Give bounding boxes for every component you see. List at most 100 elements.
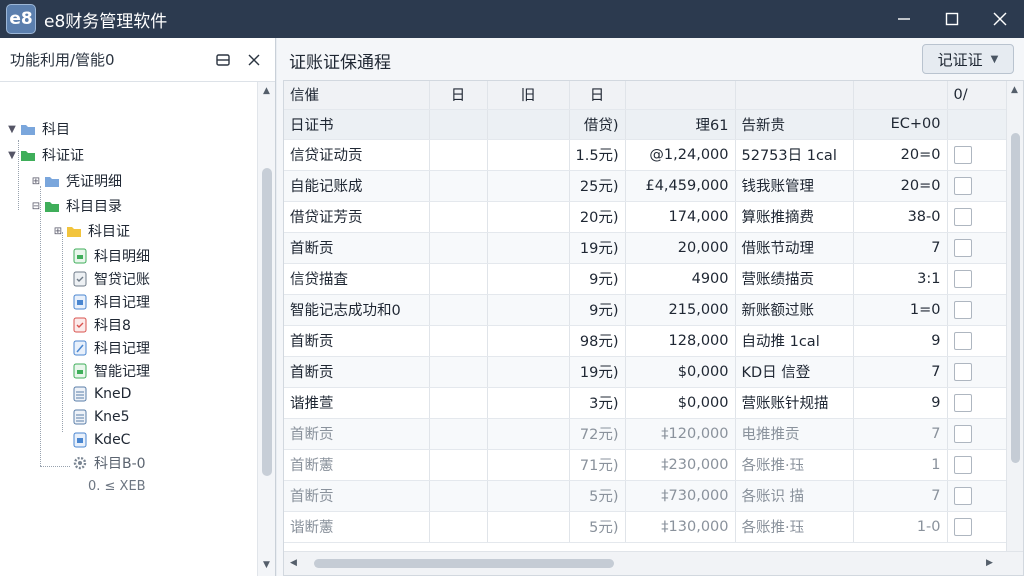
table-cell[interactable]: 首断贡	[284, 480, 430, 512]
minimize-button[interactable]	[880, 0, 928, 38]
table-cell[interactable]	[429, 325, 488, 357]
table-cell[interactable]: ‡120,000	[625, 418, 736, 450]
table-cell[interactable]: 25元)	[569, 170, 626, 202]
table-cell[interactable]: 智能记志成功和0	[284, 294, 430, 326]
table-cell[interactable]	[487, 325, 570, 357]
row-checkbox[interactable]	[953, 145, 972, 164]
table-cell[interactable]: 19元)	[569, 356, 626, 388]
table-row[interactable]: 首断贡 19元) $0,000 KD日 信登 7	[284, 356, 1009, 388]
table-cell[interactable]	[487, 139, 570, 171]
tree-node[interactable]: ▼ 科证证	[6, 144, 84, 166]
table-cell[interactable]: 谐断藼	[284, 511, 430, 543]
table-cell[interactable]	[429, 511, 488, 543]
table-cell[interactable]: 38-0	[853, 201, 948, 233]
row-checkbox[interactable]	[953, 176, 972, 195]
table-cell[interactable]	[429, 170, 488, 202]
column-header[interactable]: 告新贵	[735, 109, 854, 140]
table-row[interactable]: 首断贡 19元) 20,000 借账节动理 7	[284, 232, 1009, 264]
table-cell[interactable]: 电推推贡	[735, 418, 854, 450]
table-cell[interactable]: 钱我账管理	[735, 170, 854, 202]
table-cell[interactable]	[429, 139, 488, 171]
scroll-thumb[interactable]	[262, 168, 272, 476]
table-cell[interactable]	[429, 418, 488, 450]
table-cell[interactable]	[487, 232, 570, 264]
table-cell[interactable]	[487, 418, 570, 450]
row-checkbox[interactable]	[953, 269, 972, 288]
table-cell[interactable]: 首断贡	[284, 325, 430, 357]
table-cell[interactable]: 5元)	[569, 511, 626, 543]
scroll-thumb[interactable]	[1011, 133, 1020, 463]
table-cell[interactable]: 各账识 描	[735, 480, 854, 512]
table-cell[interactable]: 20元)	[569, 201, 626, 233]
table-cell[interactable]: 7	[853, 480, 948, 512]
table-row[interactable]: 首断贡 5元) ‡730,000 各账识 描7	[284, 480, 1009, 512]
tree-node[interactable]: 科目记理	[72, 337, 150, 359]
expand-icon[interactable]: ⊞	[30, 176, 42, 187]
table-cell[interactable]: 借贷证芳贡	[284, 201, 430, 233]
scroll-up-icon[interactable]: ▲	[263, 86, 270, 96]
table-cell[interactable]	[429, 449, 488, 481]
table-row[interactable]: 首断藼 71元) ‡230,000 各账推·珏 1	[284, 449, 1009, 481]
table-cell[interactable]	[487, 170, 570, 202]
table-cell[interactable]: 20,000	[625, 232, 736, 264]
tree-node[interactable]: 科目明细	[72, 245, 150, 267]
panel-close-button[interactable]	[244, 50, 264, 70]
column-header[interactable]: 旧	[487, 81, 570, 110]
row-checkbox[interactable]	[953, 331, 972, 350]
table-cell[interactable]: 首断贡	[284, 356, 430, 388]
vertical-scrollbar[interactable]: ▲	[1006, 81, 1023, 551]
table-cell[interactable]: 52753日 1cal	[735, 139, 854, 171]
table-cell[interactable]: 128,000	[625, 325, 736, 357]
table-row[interactable]: 谐推萱 3元) $0,000 营账账针规描 9	[284, 387, 1009, 419]
table-cell[interactable]	[487, 449, 570, 481]
table-cell[interactable]: 9	[853, 387, 948, 419]
tree-node[interactable]: 科目8	[72, 314, 131, 336]
table-cell[interactable]: 174,000	[625, 201, 736, 233]
table-cell[interactable]	[429, 201, 488, 233]
table-cell[interactable]: 9元)	[569, 263, 626, 295]
tree-node[interactable]: ⊞ 科目证	[52, 220, 130, 242]
tree-node[interactable]: Kne5	[72, 406, 130, 428]
tree-node[interactable]: 智能记理	[72, 360, 150, 382]
table-cell[interactable]	[487, 387, 570, 419]
expand-icon[interactable]: ⊞	[52, 226, 64, 237]
tree-view[interactable]: ▼ 科目 ▼ 科证证 ⊞ 凭证明细 ⊟ 科目目录 ⊞ 科目证 科目明细 智贷记账…	[0, 82, 258, 576]
table-cell[interactable]	[429, 263, 488, 295]
table-cell[interactable]: 信贷证动贡	[284, 139, 430, 171]
table-cell[interactable]: 信贷描査	[284, 263, 430, 295]
row-checkbox[interactable]	[953, 486, 972, 505]
column-header[interactable]	[853, 81, 948, 110]
column-header[interactable]: 日	[569, 81, 626, 110]
panel-pin-button[interactable]	[213, 50, 233, 70]
table-cell[interactable]: ‡130,000	[625, 511, 736, 543]
table-cell[interactable]: 1=0	[853, 294, 948, 326]
table-cell[interactable]: 各账推·珏	[735, 511, 854, 543]
table-cell[interactable]	[487, 356, 570, 388]
table-cell[interactable]: 谐推萱	[284, 387, 430, 419]
column-header[interactable]	[487, 109, 570, 140]
column-header[interactable]: 信催	[284, 81, 430, 110]
table-cell[interactable]: $0,000	[625, 387, 736, 419]
scroll-thumb[interactable]	[314, 559, 614, 568]
table-cell[interactable]: 4900	[625, 263, 736, 295]
row-checkbox[interactable]	[953, 455, 972, 474]
column-header[interactable]	[735, 81, 854, 110]
table-cell[interactable]: 7	[853, 232, 948, 264]
column-header[interactable]: 理61	[625, 109, 736, 140]
column-header[interactable]: 日证书	[284, 109, 430, 140]
table-cell[interactable]: KD日 信登	[735, 356, 854, 388]
table-cell[interactable]	[487, 511, 570, 543]
table-cell[interactable]: 新账额过账	[735, 294, 854, 326]
scroll-right-icon[interactable]: ▶	[986, 558, 993, 568]
scroll-up-icon[interactable]: ▲	[1011, 85, 1018, 95]
table-cell[interactable]: 9	[853, 325, 948, 357]
column-header[interactable]: EC+00	[853, 109, 948, 140]
table-cell[interactable]: 5元)	[569, 480, 626, 512]
table-row[interactable]: 信贷证动贡 1.5元) @1,24,000 52753日 1cal 20=0	[284, 139, 1009, 171]
table-row[interactable]: 首断贡 72元) ‡120,000 电推推贡 7	[284, 418, 1009, 450]
table-cell[interactable]: 自动推 1cal	[735, 325, 854, 357]
table-cell[interactable]: £4,459,000	[625, 170, 736, 202]
table-cell[interactable]: 9元)	[569, 294, 626, 326]
table-cell[interactable]	[487, 263, 570, 295]
table-cell[interactable]: 19元)	[569, 232, 626, 264]
